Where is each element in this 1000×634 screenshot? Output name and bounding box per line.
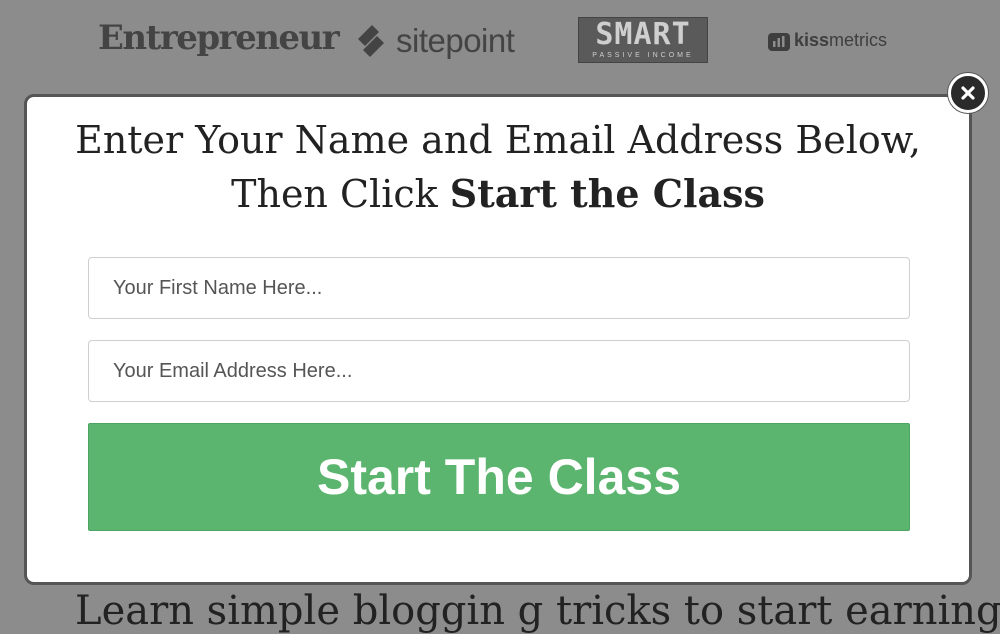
bar-chart-icon [768, 32, 790, 51]
close-modal-button[interactable] [948, 73, 988, 113]
optin-modal: Enter Your Name and Email Address Below,… [24, 94, 972, 585]
background-headline: Learn simple bloggin g tricks to start e… [75, 588, 1000, 634]
sitepoint-logo: sitepoint [354, 22, 515, 60]
kissmetrics-wordmark: kissmetrics [794, 30, 888, 50]
email-input[interactable] [88, 340, 910, 402]
sitepoint-wordmark: sitepoint [396, 22, 515, 59]
close-icon [961, 86, 975, 100]
first-name-input[interactable] [88, 257, 910, 319]
modal-headline: Enter Your Name and Email Address Below,… [75, 118, 921, 216]
sitepoint-mark-icon [358, 25, 384, 57]
start-class-button[interactable]: Start The Class [88, 423, 910, 531]
press-logos-strip: Entrepreneur sitepoint SMART PASSIVE INC… [0, 0, 1000, 90]
smart-passive-income-logo: SMART PASSIVE INCOME [578, 17, 708, 63]
smart-wordmark: SMART [595, 17, 691, 52]
smart-subtitle: PASSIVE INCOME [592, 52, 694, 59]
entrepreneur-logo: Entrepreneur [98, 18, 340, 58]
kissmetrics-logo: kissmetrics [768, 30, 887, 51]
headline-emphasis: Start the Class [449, 171, 765, 216]
